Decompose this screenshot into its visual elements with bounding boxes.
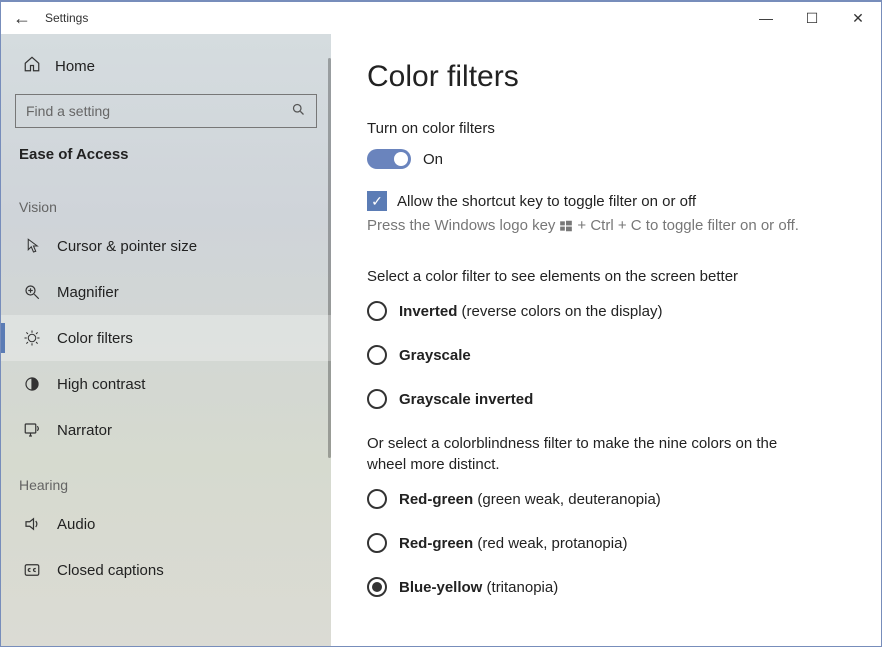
radio-label: Grayscale xyxy=(399,347,471,364)
radio-button[interactable] xyxy=(367,489,387,509)
search-input[interactable] xyxy=(26,103,291,119)
window-title: Settings xyxy=(43,11,743,25)
sidebar-item-label: Closed captions xyxy=(57,562,164,579)
radio-label: Blue-yellow (tritanopia) xyxy=(399,579,558,596)
titlebar: ← Settings — ☐ ✕ xyxy=(1,2,881,34)
search-input-wrap[interactable] xyxy=(15,94,317,128)
sidebar-item-cursor-pointer-size[interactable]: Cursor & pointer size xyxy=(1,223,331,269)
colorblind-group-desc: Or select a colorblindness filter to mak… xyxy=(367,433,797,475)
sidebar-item-label: Narrator xyxy=(57,422,112,439)
radio-button[interactable] xyxy=(367,533,387,553)
sidebar-item-closed-captions[interactable]: Closed captions xyxy=(1,547,331,593)
radio-label: Red-green (red weak, protanopia) xyxy=(399,535,627,552)
sidebar-item-label: Audio xyxy=(57,516,95,533)
minimize-button[interactable]: — xyxy=(743,2,789,34)
radio-label: Grayscale inverted xyxy=(399,391,533,408)
high-contrast-icon xyxy=(23,375,41,393)
toggle-row: On xyxy=(367,149,851,169)
back-button[interactable]: ← xyxy=(1,8,43,29)
radio-option-grayscale-inverted[interactable]: Grayscale inverted xyxy=(367,389,851,409)
shortcut-hint: Press the Windows logo key + Ctrl + C to… xyxy=(367,217,851,234)
maximize-button[interactable]: ☐ xyxy=(789,2,835,34)
sidebar-item-home[interactable]: Home xyxy=(1,44,331,88)
color-filters-toggle[interactable] xyxy=(367,149,411,169)
sidebar-group-vision: Vision xyxy=(1,175,331,223)
radio-option-blue-yellow[interactable]: Blue-yellow (tritanopia) xyxy=(367,577,851,597)
radio-label: Inverted (reverse colors on the display) xyxy=(399,303,662,320)
close-button[interactable]: ✕ xyxy=(835,2,881,34)
sidebar-item-audio[interactable]: Audio xyxy=(1,501,331,547)
shortcut-checkbox[interactable]: ✓ xyxy=(367,191,387,211)
sidebar-item-narrator[interactable]: Narrator xyxy=(1,407,331,453)
sidebar-item-color-filters[interactable]: Color filters xyxy=(1,315,331,361)
home-icon xyxy=(23,55,41,78)
narrator-icon xyxy=(23,421,41,439)
radio-button[interactable] xyxy=(367,389,387,409)
search-icon xyxy=(291,102,306,120)
sidebar-item-high-contrast[interactable]: High contrast xyxy=(1,361,331,407)
filter-group-desc: Select a color filter to see elements on… xyxy=(367,266,797,287)
sidebar-item-magnifier[interactable]: Magnifier xyxy=(1,269,331,315)
radio-option-inverted[interactable]: Inverted (reverse colors on the display) xyxy=(367,301,851,321)
toggle-state-text: On xyxy=(423,151,443,168)
radio-option-grayscale[interactable]: Grayscale xyxy=(367,345,851,365)
home-label: Home xyxy=(55,58,95,75)
magnifier-icon xyxy=(23,283,41,301)
radio-button[interactable] xyxy=(367,345,387,365)
radio-button[interactable] xyxy=(367,301,387,321)
radio-button[interactable] xyxy=(367,577,387,597)
window-controls: — ☐ ✕ xyxy=(743,2,881,34)
windows-logo-icon xyxy=(559,219,573,233)
sidebar: Home Ease of Access Vision Cursor & point… xyxy=(1,34,331,646)
radio-option-red-green[interactable]: Red-green (red weak, protanopia) xyxy=(367,533,851,553)
closed-captions-icon xyxy=(23,561,41,579)
toggle-knob xyxy=(394,152,408,166)
radio-option-red-green[interactable]: Red-green (green weak, deuteranopia) xyxy=(367,489,851,509)
radio-label: Red-green (green weak, deuteranopia) xyxy=(399,491,661,508)
sidebar-item-label: High contrast xyxy=(57,376,145,393)
sidebar-group-hearing: Hearing xyxy=(1,453,331,501)
main-area: Home Ease of Access Vision Cursor & point… xyxy=(1,34,881,646)
audio-icon xyxy=(23,515,41,533)
shortcut-checkbox-row: ✓ Allow the shortcut key to toggle filte… xyxy=(367,191,851,211)
cursor-icon xyxy=(23,237,41,255)
color-filters-icon xyxy=(23,329,41,347)
content-pane: Color filters Turn on color filters On ✓… xyxy=(331,34,881,646)
shortcut-checkbox-label: Allow the shortcut key to toggle filter … xyxy=(397,193,696,210)
sidebar-category: Ease of Access xyxy=(1,128,331,175)
page-title: Color filters xyxy=(367,60,851,94)
toggle-section-label: Turn on color filters xyxy=(367,120,851,137)
sidebar-item-label: Magnifier xyxy=(57,284,119,301)
sidebar-item-label: Cursor & pointer size xyxy=(57,238,197,255)
sidebar-item-label: Color filters xyxy=(57,330,133,347)
